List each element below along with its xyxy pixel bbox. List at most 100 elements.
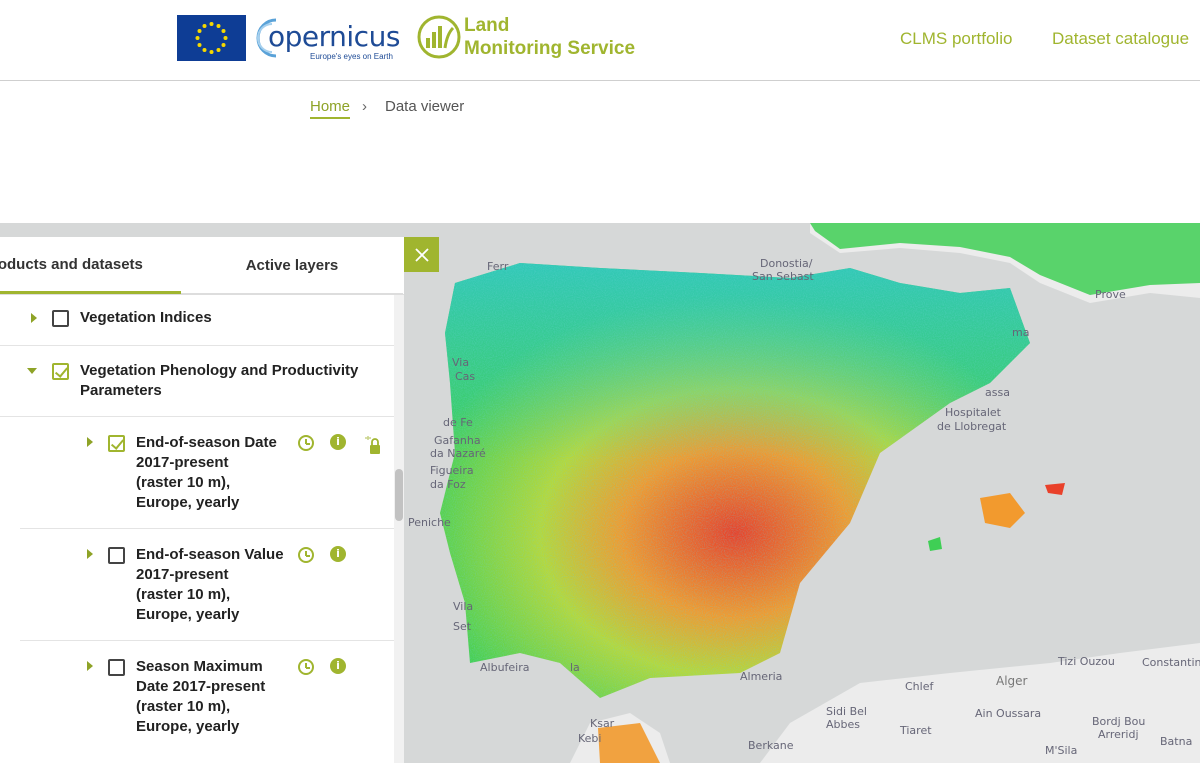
- map-label: M'Sila: [1045, 744, 1078, 757]
- checkbox-vegetation-indices[interactable]: [52, 310, 69, 327]
- map-label: Chlef: [905, 680, 934, 693]
- dataset-label-line: 2017-present: [136, 566, 229, 583]
- map-label: Batna: [1160, 735, 1193, 748]
- dataset-label[interactable]: End-of-season Value 2017-present (raster…: [136, 545, 296, 625]
- clock-icon[interactable]: [298, 435, 314, 451]
- category-label[interactable]: Vegetation Phenology and Productivity Pa…: [80, 361, 380, 401]
- eu-flag-logo[interactable]: [177, 15, 246, 61]
- map-label: Donostia/: [760, 257, 813, 270]
- map-label: Alger: [996, 674, 1028, 688]
- map-label: de Llobregat: [937, 420, 1007, 433]
- divider: [20, 528, 394, 529]
- breadcrumb-current: Data viewer: [385, 98, 465, 115]
- map-label: Prove: [1095, 288, 1126, 301]
- checkbox-season-maximum-date[interactable]: [108, 659, 125, 676]
- menorca-data: [1045, 483, 1065, 495]
- map-label: San Sebast: [752, 270, 814, 283]
- map-label: assa: [985, 386, 1010, 399]
- map-label: Albufeira: [480, 661, 530, 674]
- north-africa-land: [760, 643, 1200, 763]
- checkbox-end-of-season-date[interactable]: [108, 435, 125, 452]
- tab-active-layers[interactable]: Active layers: [181, 237, 403, 294]
- map-label: Ksar: [590, 717, 615, 730]
- land-monitoring-title[interactable]: Land Monitoring Service: [464, 14, 635, 60]
- divider: [20, 640, 394, 641]
- copernicus-tagline: Europe's eyes on Earth: [310, 52, 393, 61]
- map-label: la: [570, 661, 580, 674]
- map-label: Cas: [455, 370, 476, 383]
- dataset-label-line: 2017-present: [136, 454, 229, 471]
- tab-label: roducts and datasets: [0, 255, 143, 273]
- close-icon: [414, 247, 429, 262]
- map-label: Via: [452, 356, 470, 369]
- map-label: Vila: [453, 600, 474, 613]
- collapse-caret-icon[interactable]: [27, 368, 37, 374]
- tabs-divider: [0, 294, 404, 295]
- expand-caret-icon[interactable]: [87, 661, 93, 671]
- map-label: Arreridj: [1098, 728, 1139, 741]
- divider: [0, 345, 394, 346]
- ibiza-data: [928, 537, 942, 551]
- map-label: Tiaret: [900, 724, 932, 737]
- site-header: opernicus Europe's eyes on Earth Land Mo…: [0, 0, 1200, 81]
- dataset-label-line: Season Maximum: [136, 658, 263, 675]
- clock-icon[interactable]: [298, 659, 314, 675]
- map-label: da Nazaré: [430, 447, 486, 460]
- info-icon[interactable]: i: [330, 546, 346, 562]
- tab-label: Active layers: [245, 256, 339, 274]
- panel-scrollbar[interactable]: [394, 295, 404, 763]
- map-label: Figueira: [430, 464, 474, 477]
- panel-scrollbar-thumb[interactable]: [395, 469, 403, 521]
- land-monitoring-icon[interactable]: [417, 14, 461, 60]
- map-label: Tizi Ouzou: [1058, 655, 1115, 668]
- tab-products-and-datasets[interactable]: roducts and datasets: [0, 237, 181, 294]
- info-icon[interactable]: i: [330, 434, 346, 450]
- dataset-label-line: End-of-season Value: [136, 546, 284, 563]
- map-label: Ferr: [487, 260, 509, 273]
- checkbox-end-of-season-value[interactable]: [108, 547, 125, 564]
- map-label: Ain Oussara: [975, 707, 1042, 720]
- clock-icon[interactable]: [298, 547, 314, 563]
- map-label: Constantine: [1142, 656, 1200, 669]
- map-label: Abbes: [826, 718, 860, 731]
- nav-clms-portfolio[interactable]: CLMS portfolio: [900, 29, 1012, 49]
- map-label: Berkane: [748, 739, 794, 752]
- map-label: Hospitalet: [945, 406, 1001, 419]
- map-label: ma: [1012, 326, 1030, 339]
- map-label: da Foz: [430, 478, 466, 491]
- map-label: Peniche: [408, 516, 451, 529]
- expand-caret-icon[interactable]: [87, 549, 93, 559]
- close-panel-button[interactable]: [404, 237, 439, 272]
- layers-panel: roducts and datasets Active layers Veget…: [0, 237, 404, 763]
- map-label: Gafanha: [434, 434, 481, 447]
- lms-title-line1: Land: [464, 15, 510, 36]
- dataset-label-line: Europe, yearly: [136, 718, 240, 735]
- dataset-label[interactable]: End-of-season Date 2017-present (raster …: [136, 433, 296, 513]
- dataset-label-line: Europe, yearly: [136, 494, 240, 511]
- lock-icon[interactable]: [362, 434, 380, 454]
- dataset-label[interactable]: Season Maximum Date 2017-present (raster…: [136, 657, 296, 737]
- map-label: Kebi: [578, 732, 602, 745]
- dataset-label-line: End-of-season Date: [136, 434, 277, 451]
- map-label: Sidi Bel: [826, 705, 867, 718]
- dataset-label-line: (raster 10 m),: [136, 698, 231, 715]
- breadcrumb-chevron-icon: ›: [362, 98, 367, 115]
- dataset-label-line: (raster 10 m),: [136, 586, 231, 603]
- copernicus-wordmark: opernicus: [268, 20, 400, 53]
- map-label: Almeria: [740, 670, 783, 683]
- breadcrumb-home[interactable]: Home: [310, 98, 351, 119]
- expand-caret-icon[interactable]: [87, 437, 93, 447]
- map-label: Set: [453, 620, 472, 633]
- checkbox-vegetation-phenology[interactable]: [52, 363, 69, 380]
- nav-dataset-catalogue[interactable]: Dataset catalogue: [1052, 29, 1189, 49]
- info-icon[interactable]: i: [330, 658, 346, 674]
- mallorca-data: [980, 493, 1025, 528]
- dataset-label-line: (raster 10 m),: [136, 474, 231, 491]
- map-label: Bordj Bou: [1092, 715, 1146, 728]
- dataset-label-line: Europe, yearly: [136, 606, 240, 623]
- category-label[interactable]: Vegetation Indices: [80, 308, 212, 328]
- expand-caret-icon[interactable]: [31, 313, 37, 323]
- dataset-label-line: Date 2017-present: [136, 678, 266, 695]
- divider: [0, 416, 394, 417]
- map-label: de Fe: [443, 416, 473, 429]
